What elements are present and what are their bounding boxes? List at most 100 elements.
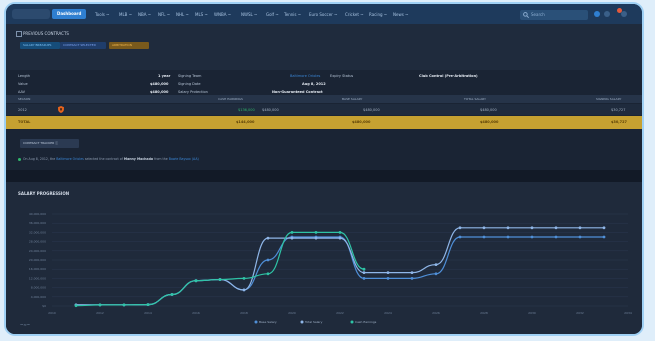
data-point[interactable]: [458, 226, 462, 230]
legend-label[interactable]: Cash Earnings: [355, 320, 377, 324]
nav-dashboard[interactable]: Dashboard: [52, 9, 87, 19]
data-point[interactable]: [458, 235, 462, 239]
value-label: Value: [18, 82, 28, 86]
col-base-salary[interactable]: BASE SALARY: [342, 97, 362, 101]
nav-item-mlb[interactable]: MLB ~: [116, 10, 135, 20]
data-point[interactable]: [146, 303, 150, 307]
data-point[interactable]: [482, 235, 486, 239]
data-point[interactable]: [314, 231, 318, 234]
data-point[interactable]: [362, 277, 366, 280]
data-point[interactable]: [506, 226, 510, 230]
notification-icon[interactable]: [604, 11, 610, 17]
contract-tracker-button[interactable]: CONTRACT TRACKER ⓘ: [20, 139, 79, 148]
signing-team-link[interactable]: Baltimore Orioles: [290, 74, 320, 78]
data-point[interactable]: [266, 236, 270, 240]
y-tick-label: 40,000,000: [29, 212, 46, 216]
expiry-status-label: Expiry Status: [330, 74, 354, 78]
data-point[interactable]: [410, 277, 414, 280]
data-point[interactable]: [98, 303, 102, 307]
data-point[interactable]: [74, 304, 78, 308]
x-tick-label: 2032: [576, 311, 584, 315]
data-point[interactable]: [242, 277, 246, 280]
data-point[interactable]: [530, 226, 534, 230]
data-point[interactable]: [482, 226, 486, 230]
nav-item-wnba[interactable]: WNBA ~: [211, 10, 234, 20]
legend-label[interactable]: Base Salary: [259, 320, 277, 324]
data-point[interactable]: [554, 226, 558, 230]
nav-item-golf[interactable]: Golf ~: [263, 10, 282, 20]
nav-item-nhl[interactable]: NHL ~: [173, 10, 192, 20]
data-point[interactable]: [362, 267, 366, 271]
nav-item-tools[interactable]: Tools ~: [92, 10, 112, 20]
data-point[interactable]: [530, 235, 534, 239]
news-affiliate-link[interactable]: Bowie Baysox (AA): [169, 157, 199, 161]
y-tick-label: 32,000,000: [29, 230, 46, 234]
salary-protection-label: Salary Protection: [178, 90, 208, 94]
data-point[interactable]: [266, 258, 270, 262]
site-logo[interactable]: [12, 9, 50, 19]
data-point[interactable]: [506, 235, 510, 239]
nav-item-mls[interactable]: MLS ~: [192, 10, 211, 20]
data-point[interactable]: [434, 263, 438, 266]
legend-label[interactable]: Total Salary: [304, 320, 323, 324]
x-tick-label: 2022: [336, 311, 344, 315]
nav-item-news[interactable]: News ~: [390, 10, 411, 20]
nav-item-nwsl[interactable]: NWSL ~: [238, 10, 260, 20]
data-point[interactable]: [242, 288, 246, 292]
collapse-icon[interactable]: [16, 31, 22, 37]
news-team-link[interactable]: Baltimore Orioles: [56, 157, 84, 161]
user-icon[interactable]: [621, 11, 627, 17]
data-point[interactable]: [338, 231, 342, 234]
nav-item-eurosoccer[interactable]: Euro Soccer ~: [306, 10, 340, 20]
x-tick-label: 2034: [624, 311, 632, 315]
data-point[interactable]: [602, 235, 606, 239]
search-placeholder: Search: [531, 12, 545, 17]
data-point[interactable]: [290, 231, 294, 234]
data-point[interactable]: [362, 271, 366, 275]
row-total: $480,000: [480, 108, 497, 112]
tab-contract-selected[interactable]: CONTRACT SELECTED: [60, 42, 106, 49]
col-signing-salary[interactable]: SIGNING SALARY: [596, 97, 621, 101]
data-point[interactable]: [122, 303, 126, 307]
col-season[interactable]: SEASON: [18, 97, 30, 101]
data-point[interactable]: [170, 293, 174, 296]
x-tick-label: 2030: [528, 311, 536, 315]
tab-arbitration[interactable]: ARBITRATION: [109, 42, 149, 49]
data-point[interactable]: [578, 235, 582, 239]
menu-icon[interactable]: [594, 11, 600, 17]
row-cash-earned: $136,000: [238, 108, 255, 112]
data-point[interactable]: [410, 271, 414, 275]
data-point[interactable]: [266, 272, 270, 276]
data-point[interactable]: [602, 226, 606, 230]
col-total-salary[interactable]: TOTAL SALARY: [464, 97, 486, 101]
data-point[interactable]: [338, 236, 342, 240]
data-point[interactable]: [578, 226, 582, 230]
search-input[interactable]: Search: [520, 10, 588, 20]
nav-item-nba[interactable]: NBA ~: [135, 10, 154, 20]
data-point[interactable]: [386, 271, 390, 275]
legend-marker: [300, 320, 304, 324]
nav-item-nfl[interactable]: NFL ~: [155, 10, 173, 20]
y-tick-label: 36,000,000: [29, 221, 46, 225]
x-tick-label: 2020: [288, 311, 296, 315]
data-point[interactable]: [386, 277, 390, 280]
nav-item-cricket[interactable]: Cricket ~: [342, 10, 367, 20]
col-cash-earnings[interactable]: CASH EARNINGS: [218, 97, 243, 101]
top-nav: Dashboard Tools ~ MLB ~ NBA ~ NFL ~ NHL ~ MLS…: [6, 4, 642, 24]
data-point[interactable]: [554, 235, 558, 239]
search-icon: [523, 12, 529, 18]
nav-item-racing[interactable]: Racing ~: [366, 10, 390, 20]
data-point[interactable]: [434, 272, 438, 276]
news-player[interactable]: Manny Machado: [124, 157, 153, 161]
data-point[interactable]: [218, 278, 222, 281]
tab-salary-breakups[interactable]: SALARY BREAKUPS: [20, 42, 60, 49]
data-point[interactable]: [194, 279, 198, 283]
section-divider: [6, 170, 642, 182]
row-cash-total: $480,000: [262, 108, 279, 112]
data-point[interactable]: [314, 236, 318, 240]
nav-item-tennis[interactable]: Tennis ~: [281, 10, 304, 20]
news-mid: selected the contract of: [84, 157, 123, 161]
y-tick-label: 8,000,000: [31, 286, 46, 290]
news-prefix: On Aug 8, 2012, the: [23, 157, 56, 161]
data-point[interactable]: [290, 236, 294, 240]
